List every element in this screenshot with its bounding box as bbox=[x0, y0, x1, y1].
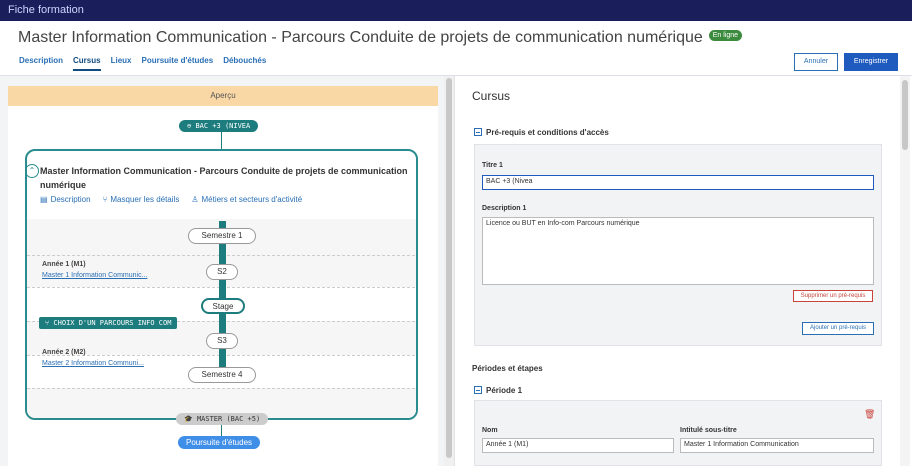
further-studies-pill[interactable]: Poursuite d'études bbox=[178, 436, 261, 449]
form-scrollbar[interactable] bbox=[900, 76, 910, 466]
description-link[interactable]: ▤ Description bbox=[40, 195, 91, 204]
prereq-panel: Titre 1 BAC +3 (Nivea Description 1 Lice… bbox=[474, 144, 882, 346]
tab-bar: Description Cursus Lieux Poursuite d'étu… bbox=[19, 56, 266, 71]
subtitle-input[interactable]: Master 1 Information Communication bbox=[680, 438, 874, 453]
branch-icon: ⑂ bbox=[102, 195, 108, 204]
app-title: Fiche formation bbox=[8, 4, 84, 16]
period-1-header[interactable]: Période 1 bbox=[474, 385, 523, 395]
period-1-title: Période 1 bbox=[486, 386, 523, 395]
periods-section-title: Périodes et étapes bbox=[472, 364, 543, 373]
collapse-minus-icon[interactable] bbox=[474, 385, 482, 394]
preview-panel: Aperçu ⊖ BAC +3 (NIVEA Master Informatio… bbox=[0, 76, 455, 466]
exit-level-pill: 🎓 MASTER (BAC +5) bbox=[176, 413, 269, 425]
stage-node[interactable]: Stage bbox=[201, 298, 245, 314]
card-title: Master Information Communication - Parco… bbox=[40, 166, 408, 190]
person-icon: ♙ bbox=[191, 195, 199, 204]
year-2-label: Année 2 (M2) bbox=[42, 349, 86, 356]
scrollbar-thumb[interactable] bbox=[446, 78, 452, 458]
description-label: Description 1 bbox=[482, 205, 527, 212]
trash-icon[interactable]: 🗑 bbox=[864, 409, 875, 420]
choice-pill: ⑂ CHOIX D'UN PARCOURS INFO COM bbox=[39, 317, 178, 329]
year-2-link[interactable]: Master 2 Information Communi... bbox=[42, 360, 144, 367]
tab-lieux[interactable]: Lieux bbox=[111, 56, 132, 71]
titre-input[interactable]: BAC +3 (Nivea bbox=[482, 175, 874, 190]
jobs-link-label: Métiers et secteurs d'activité bbox=[201, 195, 303, 204]
description-link-label: Description bbox=[50, 195, 91, 204]
cancel-button[interactable]: Annuler bbox=[794, 53, 838, 71]
entry-level-pill: ⊖ BAC +3 (NIVEA bbox=[179, 120, 259, 132]
prereq-section-header[interactable]: Pré-requis et conditions d'accès bbox=[474, 127, 609, 137]
s2-node[interactable]: S2 bbox=[206, 264, 238, 280]
titre-label: Titre 1 bbox=[482, 162, 503, 169]
subtitle-label: Intitulé sous-titre bbox=[680, 427, 737, 434]
jobs-link[interactable]: ♙ Métiers et secteurs d'activité bbox=[191, 195, 302, 204]
preview-scrollbar[interactable] bbox=[444, 76, 454, 466]
semester-4-node[interactable]: Semestre 4 bbox=[188, 367, 256, 383]
semester-1-node[interactable]: Semestre 1 bbox=[188, 228, 256, 244]
graduation-cap-icon: 🎓 bbox=[184, 415, 197, 423]
page-header: Master Information Communication - Parco… bbox=[0, 21, 912, 76]
tab-poursuite-etudes[interactable]: Poursuite d'études bbox=[141, 56, 213, 71]
entry-level-label: BAC +3 (NIVEA bbox=[195, 122, 251, 130]
collapse-icon[interactable]: ⌃ bbox=[27, 164, 39, 178]
delete-prereq-button[interactable]: Supprimer un pré-requis bbox=[793, 290, 873, 302]
app-title-bar: Fiche formation bbox=[0, 0, 912, 21]
description-textarea[interactable]: Licence ou BUT en Info-com Parcours numé… bbox=[482, 217, 874, 285]
save-button[interactable]: Enregistrer bbox=[844, 53, 898, 71]
card-links: ▤ Description ⑂ Masquer les détails ♙ Métie… bbox=[40, 195, 302, 204]
hide-details-label: Masquer les détails bbox=[110, 195, 180, 204]
add-prereq-button[interactable]: Ajouter un pré-requis bbox=[802, 322, 874, 335]
choice-label: CHOIX D'UN PARCOURS INFO COM bbox=[53, 319, 172, 327]
page-title: Master Information Communication - Parco… bbox=[18, 29, 743, 47]
tab-debouches[interactable]: Débouchés bbox=[223, 56, 266, 71]
exit-level-label: MASTER (BAC +5) bbox=[196, 415, 261, 423]
comment-icon: ▤ bbox=[40, 195, 48, 204]
preview-header: Aperçu bbox=[8, 86, 438, 106]
scrollbar-thumb[interactable] bbox=[902, 80, 908, 150]
period-1-panel: 🗑 Nom Année 1 (M1) Intitulé sous-titre M… bbox=[474, 400, 882, 466]
collapse-minus-icon[interactable] bbox=[474, 127, 482, 136]
nom-label: Nom bbox=[482, 427, 498, 434]
form-title: Cursus bbox=[472, 89, 511, 103]
prereq-section-title: Pré-requis et conditions d'accès bbox=[486, 128, 609, 137]
form-panel: Cursus Pré-requis et conditions d'accès … bbox=[456, 76, 912, 466]
tab-description[interactable]: Description bbox=[19, 56, 63, 71]
nom-input[interactable]: Année 1 (M1) bbox=[482, 438, 674, 453]
year-1-label: Année 1 (M1) bbox=[42, 261, 86, 268]
hide-details-link[interactable]: ⑂ Masquer les détails bbox=[103, 195, 180, 204]
year-1-link[interactable]: Master 1 Information Communic... bbox=[42, 272, 147, 279]
formation-card: Master Information Communication - Parco… bbox=[25, 149, 418, 420]
divider bbox=[27, 388, 416, 389]
preview-canvas: ⊖ BAC +3 (NIVEA Master Information Commu… bbox=[8, 106, 438, 466]
tab-cursus[interactable]: Cursus bbox=[73, 56, 101, 71]
status-badge: En ligne bbox=[708, 30, 743, 42]
page-title-text: Master Information Communication - Parco… bbox=[18, 29, 703, 46]
s3-node[interactable]: S3 bbox=[206, 333, 238, 349]
